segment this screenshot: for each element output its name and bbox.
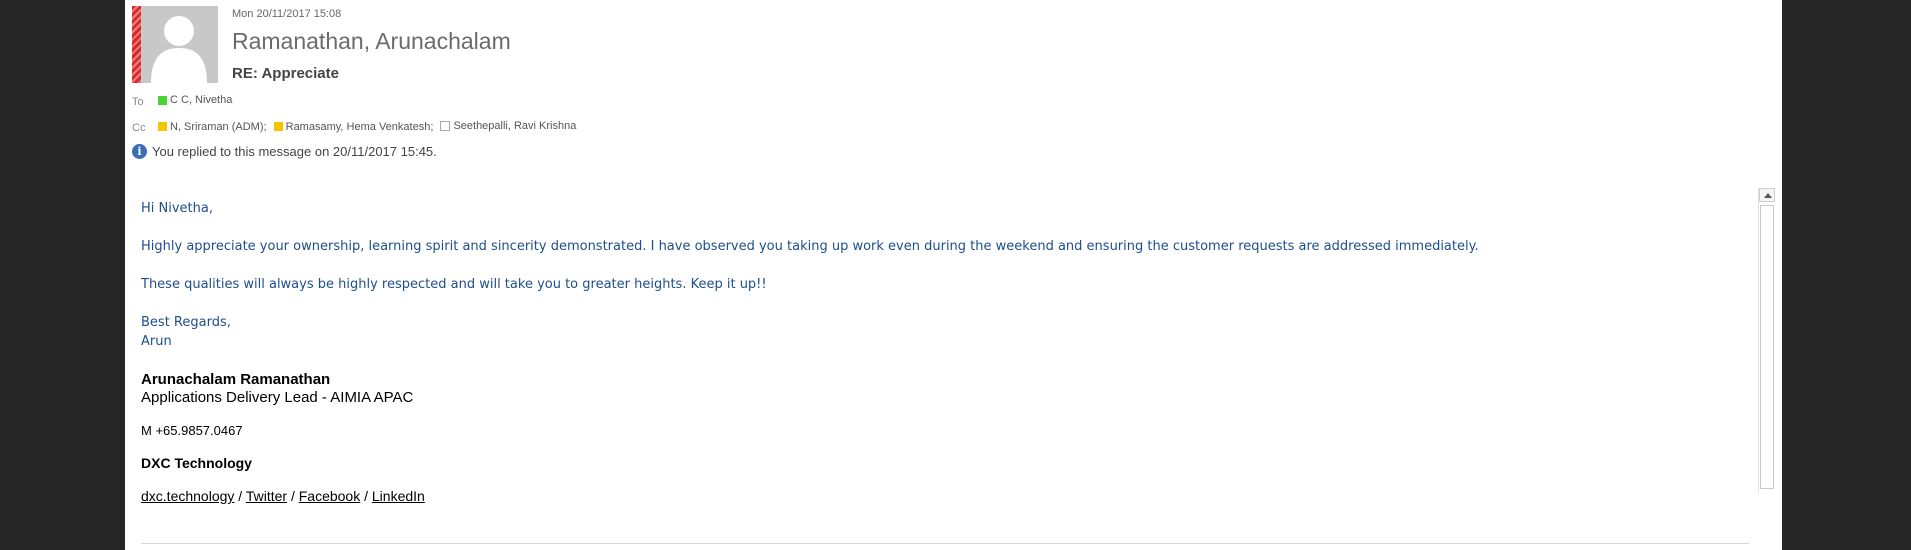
link-linkedin[interactable]: LinkedIn	[372, 488, 425, 504]
vertical-scrollbar[interactable]	[1758, 188, 1776, 492]
body-paragraph-2: These qualities will always be highly re…	[141, 277, 767, 292]
body-closing-name: Arun	[141, 334, 172, 349]
message-subject: RE: Appreciate	[232, 65, 339, 82]
link-facebook[interactable]: Facebook	[299, 488, 360, 504]
signature-divider	[141, 543, 1749, 544]
recipient-name: Seethepalli, Ravi Krishna	[453, 120, 577, 132]
reply-info-bar[interactable]: i You replied to this message on 20/11/2…	[132, 144, 437, 159]
recipient[interactable]: Seethepalli, Ravi Krishna	[440, 120, 576, 132]
to-recipients: C C, Nivetha	[158, 94, 232, 108]
signature-role: Applications Delivery Lead - AIMIA APAC	[141, 389, 414, 406]
link-separator: /	[287, 488, 299, 504]
recipient[interactable]: C C, Nivetha	[158, 94, 232, 106]
signature-name: Arunachalam Ramanathan	[141, 371, 331, 388]
recipient[interactable]: Ramasamy, Hema Venkatesh;	[273, 120, 434, 133]
recipient-name: N, Sriraman (ADM);	[170, 120, 267, 133]
presence-away-icon	[158, 122, 167, 131]
presence-away-icon	[273, 122, 283, 131]
scroll-thumb[interactable]	[1760, 205, 1774, 489]
sender-name[interactable]: Ramanathan, Arunachalam	[232, 28, 511, 55]
info-icon: i	[132, 144, 147, 159]
cc-recipients: N, Sriraman (ADM); Ramasamy, Hema Venkat…	[158, 120, 576, 134]
message-date: Mon 20/11/2017 15:08	[232, 8, 342, 20]
presence-unknown-icon	[440, 121, 451, 131]
body-paragraph-1: Highly appreciate your ownership, learni…	[141, 239, 1479, 254]
reading-pane: Mon 20/11/2017 15:08 Ramanathan, Arunach…	[125, 0, 1782, 550]
signature-links: dxc.technology / Twitter / Facebook / Li…	[141, 488, 425, 504]
link-separator: /	[234, 488, 246, 504]
recipient-name: Ramasamy, Hema Venkatesh;	[285, 120, 434, 133]
recipient[interactable]: N, Sriraman (ADM);	[158, 121, 267, 133]
cc-label: Cc	[132, 122, 146, 134]
signature-company: DXC Technology	[141, 455, 252, 471]
signature-phone: M +65.9857.0467	[141, 423, 243, 438]
person-silhouette-icon	[151, 16, 207, 83]
body-greeting: Hi Nivetha,	[141, 201, 213, 216]
link-separator: /	[360, 488, 372, 504]
to-label: To	[132, 96, 144, 108]
recipient-name: C C, Nivetha	[170, 94, 233, 106]
presence-available-icon	[158, 95, 167, 105]
reply-info-text: You replied to this message on 20/11/201…	[152, 144, 437, 159]
sender-avatar[interactable]	[132, 6, 218, 83]
link-twitter[interactable]: Twitter	[246, 488, 287, 504]
presence-stripe	[132, 6, 141, 83]
scroll-up-arrow-icon[interactable]	[1759, 188, 1775, 202]
body-closing: Best Regards,	[141, 315, 231, 330]
link-dxc-technology[interactable]: dxc.technology	[141, 488, 234, 504]
